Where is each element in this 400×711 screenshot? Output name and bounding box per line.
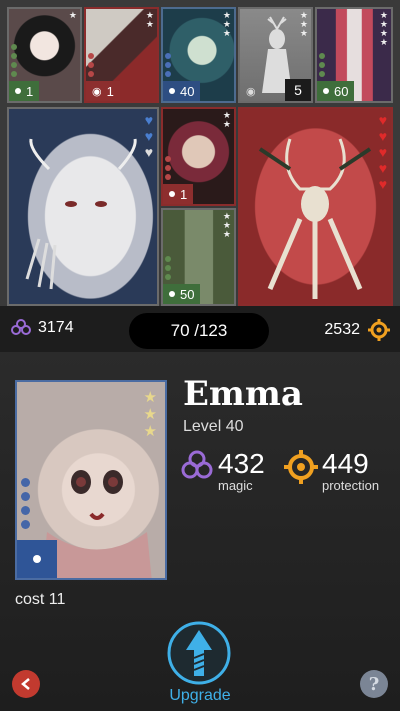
swirl-icon: ◉ [246,85,256,98]
swirl-icon: ◉ [92,85,102,98]
back-button[interactable] [12,670,40,698]
protection-total: 2532 [324,319,390,341]
rarity-stars: ★ ★ ★ [222,10,231,38]
rarity-stars: ★ ★ ★ ★ [379,10,388,47]
card-black-doll[interactable]: ★ 1 [7,7,82,103]
card-count: 5 [285,79,311,101]
card-masked-knight[interactable]: ★ ★ ★ ★ 60 [315,7,393,103]
card-cost: cost 11 [15,591,66,608]
rarity-stars: ★ ★ ★ [222,211,231,239]
card-detail-panel: ★ ★ ★ Emma Level 40 432 magic 449 protecti… [0,352,400,711]
badge-value: 50 [180,286,195,302]
rarity-stars: ★ ★ [222,110,231,129]
rarity-stars: ★ ★ ★ [299,10,308,38]
card-badge: ◉ 1 [86,81,120,101]
badge-value: 1 [180,186,188,202]
rarity-stars: ★ [68,10,77,20]
card-badge: 60 [317,81,355,101]
dot-icon [169,88,175,94]
element-pips [319,53,325,77]
element-badge [17,540,57,578]
magic-total-value: 3174 [38,319,74,336]
card-harlequin[interactable]: ★ ★ 1 [161,107,236,206]
card-badge: 1 [163,184,194,204]
card-plague-bird[interactable]: ★ ★ ◉ 1 [84,7,159,103]
stats-bar: 3174 70 /123 2532 [0,306,400,352]
rarity-stars: ★ ★ ★ [143,389,157,440]
upgrade-arrow-icon [167,621,231,685]
dot-icon [169,291,175,297]
card-badge: 1 [9,81,40,101]
magic-label: magic [218,478,253,493]
card-white-beast[interactable]: ♥ ♥ ♥ [7,107,159,306]
triskele-icon [181,450,213,479]
dot-icon [169,191,175,197]
card-badge: ◉ [240,81,262,101]
dot-icon [33,555,41,563]
magic-total: 3174 [10,319,74,337]
beast-horns-icon [25,138,137,290]
card-clown-trio[interactable]: ★ ★ ★ 50 [161,208,236,306]
rarity-stars: ★ ★ [145,10,154,29]
magic-value: 432 [218,448,265,479]
help-button[interactable]: ? [360,670,388,698]
mantis-creature-icon [258,138,372,299]
element-pips [11,44,17,77]
triskele-icon [11,319,31,335]
collection-counter: 70 /123 [129,313,269,349]
upgrade-label: Upgrade [169,687,231,704]
card-frog-girl[interactable]: ★ ★ ★ 40 [161,7,236,103]
help-icon: ? [368,673,380,695]
card-badge: 40 [163,81,201,101]
dot-icon [323,88,329,94]
card-collection-grid: ★ 1 ★ ★ ◉ 1 ★ ★ ★ 40 ★ ★ ★ ◉ 5 ★ ★ ★ ★ 60 [0,0,400,352]
badge-value: 1 [26,83,34,99]
health-hearts: ♥ ♥ ♥ ♥ ♥ [378,112,387,192]
upgrade-button[interactable] [166,620,232,686]
protection-total-value: 2532 [324,321,360,338]
card-level: Level 40 [183,418,244,435]
target-icon [368,319,390,341]
badge-value: 60 [334,83,349,99]
element-pips [88,53,94,77]
card-stag-silhouette[interactable]: ★ ★ ★ ◉ 5 [238,7,313,103]
badge-value: 1 [106,83,114,99]
chevron-left-icon [21,678,30,690]
protection-label: protection [322,478,380,493]
protection-value: 449 [322,448,369,479]
dot-icon [15,88,21,94]
element-pips [165,256,171,280]
card-badge: 50 [163,284,201,304]
health-hearts: ♥ ♥ ♥ [144,112,153,160]
card-name: Emma [183,374,303,414]
card-portrait[interactable]: ★ ★ ★ [15,380,167,580]
element-pips [21,478,30,529]
target-icon [284,450,318,484]
badge-value: 40 [180,83,195,99]
card-horned-mantis[interactable]: ♥ ♥ ♥ ♥ ♥ [238,107,393,306]
element-pips [165,53,171,77]
element-pips [165,156,171,180]
